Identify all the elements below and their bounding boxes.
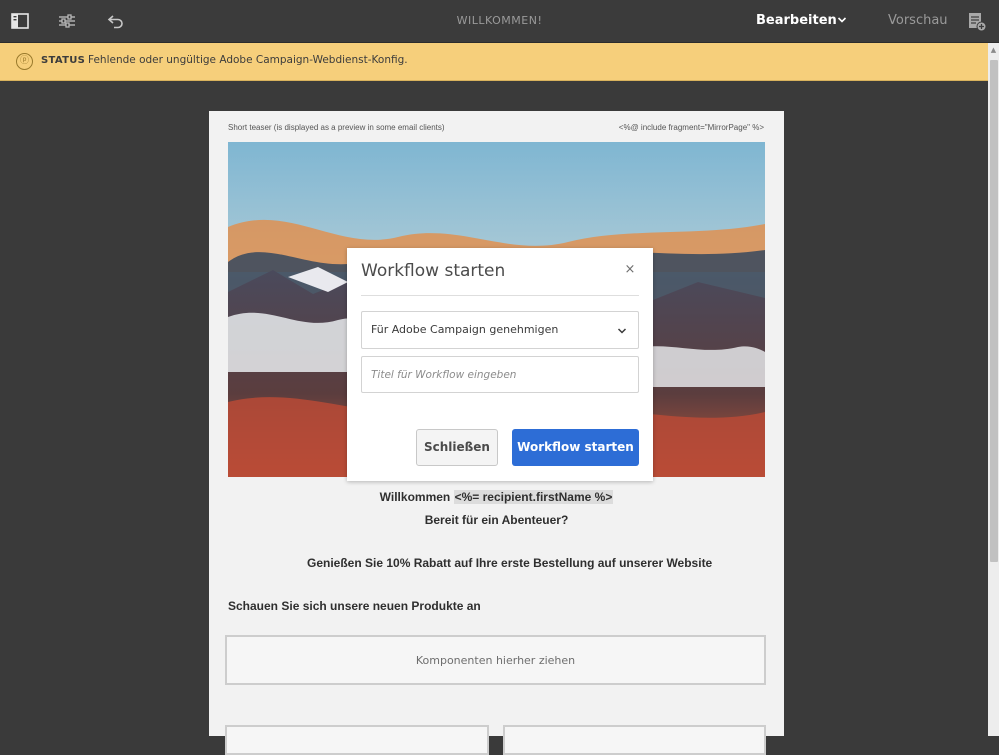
dialog-title: Workflow starten [361,261,506,281]
status-lock-icon: ⓟ [16,53,33,70]
component-dropzone-left[interactable] [225,725,489,755]
scrollbar-thumb[interactable] [990,60,998,562]
products-heading[interactable]: Schauen Sie sich unsere neuen Produkte a… [228,599,481,613]
mirror-page-link[interactable]: <%@ include fragment="MirrorPage" %> [619,123,764,132]
personalization-tag[interactable]: <%= recipient.firstName %> [453,490,614,504]
welcome-line[interactable]: Willkommen <%= recipient.firstName %> [209,490,784,504]
workflow-title-input[interactable] [361,356,639,393]
workflow-model-value: Für Adobe Campaign genehmigen [371,323,559,336]
undo-icon[interactable] [106,11,126,31]
start-workflow-button[interactable]: Workflow starten [512,429,639,466]
page-title: WILLKOMMEN! [456,14,543,27]
component-dropzone-right[interactable] [503,725,766,755]
chevron-down-icon[interactable] [836,12,848,28]
side-panel-icon[interactable] [10,11,30,31]
mode-selector-label[interactable]: Bearbeiten [756,13,837,28]
annotations-icon[interactable] [966,11,988,33]
scroll-up-arrow-icon[interactable]: ▲ [989,44,998,56]
chevron-down-icon [616,323,628,337]
discount-text[interactable]: Genießen Sie 10% Rabatt auf Ihre erste B… [307,556,712,570]
component-dropzone[interactable]: Komponenten hierher ziehen [225,635,766,685]
status-bar: ⓟ STATUS Fehlende oder ungültige Adobe C… [0,43,999,81]
preheader-text[interactable]: Short teaser (is displayed as a preview … [228,123,445,132]
dialog-divider [361,295,639,296]
adventure-subline[interactable]: Bereit für ein Abenteuer? [209,513,784,527]
start-workflow-dialog: Workflow starten × Für Adobe Campaign ge… [347,248,653,481]
properties-sliders-icon[interactable] [57,11,77,31]
welcome-prefix: Willkommen [379,490,451,504]
close-button[interactable]: Schließen [416,429,498,466]
preview-button[interactable]: Vorschau [888,13,948,28]
close-icon[interactable]: × [621,261,639,279]
status-label: STATUS [41,55,86,66]
workflow-model-select[interactable]: Für Adobe Campaign genehmigen [361,311,639,349]
top-toolbar: WILLKOMMEN! Bearbeiten Vorschau [0,0,999,43]
status-message: Fehlende oder ungültige Adobe Campaign-W… [88,54,408,66]
dropzone-label: Komponenten hierher ziehen [415,653,576,667]
